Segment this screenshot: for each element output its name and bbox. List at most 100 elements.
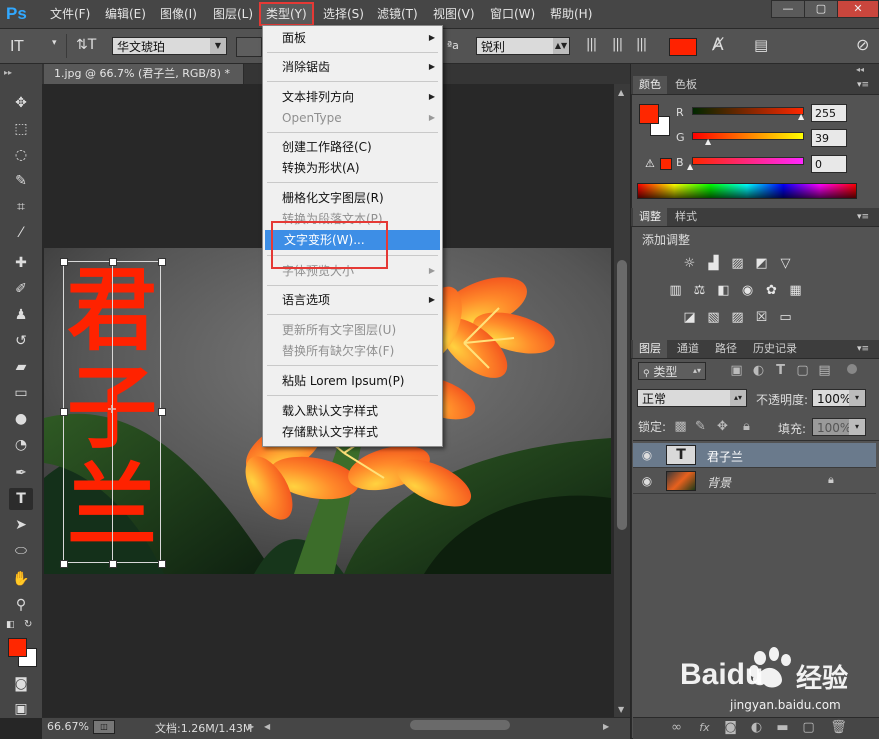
layer-name[interactable]: 背景 (707, 474, 731, 491)
vertical-scroll-thumb[interactable] (617, 260, 627, 530)
antialias-select[interactable]: 锐利 ▲▼ (476, 37, 570, 55)
transform-handle[interactable] (158, 560, 166, 568)
selective-color-icon[interactable]: ☒ (753, 309, 770, 326)
warp-text-icon[interactable]: Ⱥ (712, 35, 724, 55)
blue-slider-handle-icon[interactable]: ▲ (687, 162, 693, 171)
default-colors-icon[interactable]: ◧ (6, 620, 15, 630)
menu-type[interactable]: 类型(Y) (259, 2, 314, 26)
menu-file[interactable]: 文件(F) (45, 4, 95, 24)
red-slider-handle-icon[interactable]: ▲ (798, 112, 804, 121)
status-info-icon[interactable]: ◫ (93, 720, 115, 734)
tab-styles[interactable]: 样式 (669, 208, 703, 226)
menu-item-replace-missing-fonts[interactable]: 替换所有缺欠字体(F) (263, 341, 442, 361)
layer-effects-icon[interactable]: fx (696, 719, 713, 736)
curves-icon[interactable]: ▨ (729, 255, 746, 272)
lock-image-icon[interactable]: ✎ (692, 418, 709, 435)
eraser-tool-icon[interactable]: ▰ (9, 356, 33, 378)
menu-item-rasterize-type[interactable]: 栅格化文字图层(R) (263, 188, 442, 208)
minimize-button[interactable]: — (771, 0, 805, 18)
filter-pixel-icon[interactable]: ▣ (728, 362, 745, 379)
status-menu-icon[interactable]: ▶ (248, 722, 254, 731)
text-color-swatch[interactable] (669, 38, 697, 56)
maximize-button[interactable]: ▢ (804, 0, 838, 18)
add-mask-icon[interactable]: ◙ (722, 719, 739, 736)
exposure-icon[interactable]: ◩ (753, 255, 770, 272)
lock-transparent-icon[interactable]: ▩ (672, 418, 689, 435)
layer-name[interactable]: 君子兰 (707, 448, 743, 465)
lock-all-icon[interactable]: 🔒︎ (738, 418, 755, 435)
screen-mode-icon[interactable]: ▣ (9, 698, 33, 720)
menu-item-text-orientation[interactable]: 文本排列方向 ▶ (263, 87, 442, 107)
menu-edit[interactable]: 编辑(E) (100, 4, 151, 24)
filter-smart-object-icon[interactable]: ▤ (816, 362, 833, 379)
filter-type-icon[interactable]: T (772, 362, 789, 379)
move-tool-icon[interactable]: ✥ (9, 92, 33, 114)
color-lookup-icon[interactable]: ▦ (787, 282, 804, 299)
tab-layers[interactable]: 图层 (633, 340, 667, 358)
quick-mask-icon[interactable]: ◙ (9, 673, 33, 695)
transform-handle[interactable] (60, 258, 68, 266)
dodge-tool-icon[interactable]: ◔ (9, 434, 33, 456)
zoom-level[interactable]: 66.67% (47, 720, 89, 733)
healing-brush-tool-icon[interactable]: ✚ (9, 252, 33, 274)
tab-swatches[interactable]: 色板 (669, 76, 703, 94)
transform-handle[interactable] (109, 258, 117, 266)
layer-filter-select[interactable]: ⚲ 类型 ▴▾ (638, 362, 706, 380)
zoom-tool-icon[interactable]: ⚲ (9, 594, 33, 616)
menu-help[interactable]: 帮助(H) (545, 4, 597, 24)
new-adjustment-icon[interactable]: ◐ (748, 719, 765, 736)
menu-item-load-default-type-styles[interactable]: 载入默认文字样式 (263, 401, 442, 421)
gradient-map-icon[interactable]: ▭ (777, 309, 794, 326)
align-left-icon[interactable]: ||| (586, 37, 597, 52)
tab-adjustments[interactable]: 调整 (633, 208, 667, 226)
black-white-icon[interactable]: ◧ (715, 282, 732, 299)
menu-view[interactable]: 视图(V) (428, 4, 480, 24)
lock-position-icon[interactable]: ✥ (714, 418, 731, 435)
menu-item-opentype[interactable]: OpenType ▶ (263, 108, 442, 128)
crop-tool-icon[interactable]: ⌗ (9, 196, 33, 218)
transform-handle[interactable] (158, 258, 166, 266)
layer-row-text[interactable]: ◉ T 君子兰 (633, 443, 876, 468)
blue-value-field[interactable]: 0 (811, 155, 847, 173)
fill-field[interactable]: 100% ▾ (812, 418, 866, 436)
cancel-edit-icon[interactable]: ⊘ (856, 35, 869, 54)
menu-filter[interactable]: 滤镜(T) (372, 4, 423, 24)
delete-layer-icon[interactable]: 🗑︎ (830, 719, 847, 736)
lasso-tool-icon[interactable]: ◌ (9, 144, 33, 166)
swap-colors-icon[interactable]: ↻ (24, 619, 32, 630)
font-family-select[interactable]: 华文琥珀 ▼ (112, 37, 227, 55)
menu-select[interactable]: 选择(S) (318, 4, 369, 24)
blur-tool-icon[interactable]: ● (9, 408, 33, 430)
gamut-warning-icon[interactable]: ⚠ (645, 157, 655, 170)
tab-history[interactable]: 历史记录 (747, 340, 803, 358)
quick-select-tool-icon[interactable]: ✎ (9, 170, 33, 192)
document-tab[interactable]: 1.jpg @ 66.7% (君子兰, RGB/8) * × (44, 64, 244, 100)
menu-window[interactable]: 窗口(W) (485, 4, 540, 24)
font-style-select[interactable] (236, 37, 262, 57)
menu-item-create-work-path[interactable]: 创建工作路径(C) (263, 137, 442, 157)
panel-menu-icon[interactable]: ▾≡ (851, 76, 875, 94)
align-center-icon[interactable]: ||| (612, 37, 623, 52)
character-panel-icon[interactable]: ▤ (754, 36, 768, 54)
brightness-contrast-icon[interactable]: ☼ (681, 255, 698, 272)
scroll-right-icon[interactable]: ▶ (603, 722, 609, 731)
filter-shape-icon[interactable]: ▢ (794, 362, 811, 379)
marquee-tool-icon[interactable]: ⬚ (9, 118, 33, 140)
toggle-text-orientation-icon[interactable]: ⇅T (76, 37, 96, 53)
scroll-up-icon[interactable]: ▲ (618, 88, 624, 97)
new-layer-icon[interactable]: ▢ (800, 719, 817, 736)
tab-color[interactable]: 颜色 (633, 76, 667, 94)
panel-foreground-swatch[interactable] (639, 104, 659, 124)
menu-item-panel[interactable]: 面板 ▶ (263, 28, 442, 48)
tab-paths[interactable]: 路径 (709, 340, 743, 358)
menu-item-antialias[interactable]: 消除锯齿 ▶ (263, 57, 442, 77)
eye-icon[interactable]: ◉ (639, 447, 655, 463)
red-slider[interactable] (692, 107, 804, 115)
eye-icon[interactable]: ◉ (639, 473, 655, 489)
brush-tool-icon[interactable]: ✐ (9, 278, 33, 300)
channel-mixer-icon[interactable]: ✿ (763, 282, 780, 299)
menu-item-paste-lorem-ipsum[interactable]: 粘贴 Lorem Ipsum(P) (263, 371, 442, 391)
type-tool-preset-icon[interactable]: IT (10, 37, 24, 55)
transform-handle[interactable] (109, 560, 117, 568)
panel-menu-icon[interactable]: ▾≡ (851, 340, 875, 358)
